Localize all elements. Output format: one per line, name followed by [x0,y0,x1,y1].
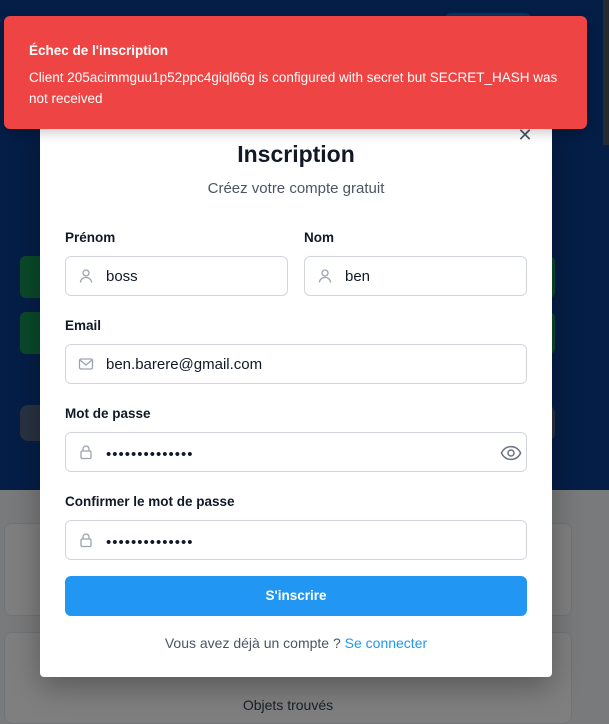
login-prompt-text: Vous avez déjà un compte ? [164,635,345,651]
email-value: ben.barere@gmail.com [106,356,263,373]
user-icon [79,269,93,283]
toast-message: Client 205acimmguu1p52ppc4giql66g is con… [29,70,558,106]
last-name-value: ben [345,268,371,285]
first-name-field[interactable]: boss [65,256,288,296]
first-name-label: Prénom [65,230,116,245]
last-name-label: Nom [304,230,334,245]
mail-icon [78,358,94,370]
password-label: Mot de passe [65,406,151,421]
lock-icon [80,533,92,548]
password-value: •••••••••••••• [106,446,194,463]
signup-submit-button[interactable]: S'inscrire [65,576,527,616]
modal-title: Inscription [237,141,355,167]
eye-icon[interactable] [500,443,522,463]
login-prompt: Vous avez déjà un compte ? Se connecter [40,635,552,651]
toast-title: Échec de l'inscription [29,43,168,58]
confirm-password-field[interactable]: •••••••••••••• [65,520,527,560]
password-field[interactable]: •••••••••••••• [65,432,527,472]
confirm-password-value: •••••••••••••• [106,534,194,551]
user-icon [318,269,332,283]
signup-modal: ✕ Inscription Créez votre compte gratuit… [40,118,552,677]
lock-icon [80,445,92,460]
confirm-password-label: Confirmer le mot de passe [65,494,235,509]
email-field[interactable]: ben.barere@gmail.com [65,344,527,384]
error-toast[interactable]: Échec de l'inscription Client 205acimmgu… [4,16,587,129]
modal-subtitle: Créez votre compte gratuit [207,180,385,197]
last-name-field[interactable]: ben [304,256,527,296]
login-link[interactable]: Se connecter [345,635,428,651]
email-label: Email [65,318,102,333]
first-name-value: boss [106,268,138,285]
